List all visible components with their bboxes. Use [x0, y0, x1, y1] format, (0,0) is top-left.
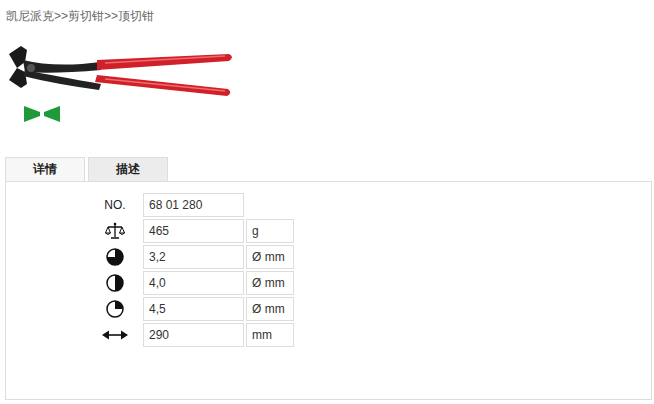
hard-wire-icon — [106, 248, 124, 266]
spec-value: 4,0 — [143, 271, 244, 295]
spec-label — [90, 297, 140, 321]
spec-row: 290mm — [90, 323, 651, 347]
spec-value: 4,5 — [143, 297, 244, 321]
spec-label — [90, 323, 140, 347]
length-icon — [102, 329, 128, 341]
tab[interactable]: 描述 — [88, 157, 168, 181]
spec-row: 4,0Ø mm — [90, 271, 651, 295]
tab-bar: 详情 描述 — [5, 157, 654, 181]
spec-unit: Ø mm — [246, 271, 294, 295]
spec-unit: Ø mm — [246, 245, 294, 269]
breadcrumb-separator: >> — [54, 9, 68, 23]
spec-row: NO.68 01 280 — [90, 193, 651, 217]
spec-label — [90, 245, 140, 269]
spec-label — [90, 271, 140, 295]
product-image — [5, 40, 235, 100]
spec-unit: mm — [246, 323, 294, 347]
soft-wire-icon — [106, 300, 124, 318]
tab-label[interactable]: 描述 — [116, 162, 140, 176]
spec-unit: g — [246, 219, 294, 243]
spec-list: NO.68 01 280465g3,2Ø mm4,0Ø mm4,5Ø mm290… — [6, 193, 651, 347]
spec-label: NO. — [90, 193, 140, 217]
tab[interactable]: 详情 — [5, 157, 85, 181]
breadcrumb-link[interactable]: 凯尼派克 — [6, 9, 54, 23]
details-panel: NO.68 01 280465g3,2Ø mm4,0Ø mm4,5Ø mm290… — [5, 181, 652, 400]
pliers-icon — [5, 40, 235, 100]
spec-row: 3,2Ø mm — [90, 245, 651, 269]
spec-value: 465 — [143, 219, 244, 243]
medium-wire-icon — [106, 274, 124, 292]
breadcrumb-separator: >> — [104, 9, 118, 23]
spec-unit: Ø mm — [246, 297, 294, 321]
spec-row: 465g — [90, 219, 651, 243]
spec-row: 4,5Ø mm — [90, 297, 651, 321]
spec-value: 3,2 — [143, 245, 244, 269]
tab-label[interactable]: 详情 — [33, 162, 57, 176]
spec-label — [90, 219, 140, 243]
spec-value: 290 — [143, 323, 244, 347]
scale-icon — [105, 222, 125, 240]
breadcrumb-link[interactable]: 剪切钳 — [68, 9, 104, 23]
spec-value: 68 01 280 — [143, 193, 244, 217]
breadcrumb-link[interactable]: 顶切钳 — [118, 9, 154, 23]
cut-type-icon — [22, 104, 62, 124]
breadcrumb: 凯尼派克>>剪切钳>>顶切钳 — [0, 0, 654, 24]
